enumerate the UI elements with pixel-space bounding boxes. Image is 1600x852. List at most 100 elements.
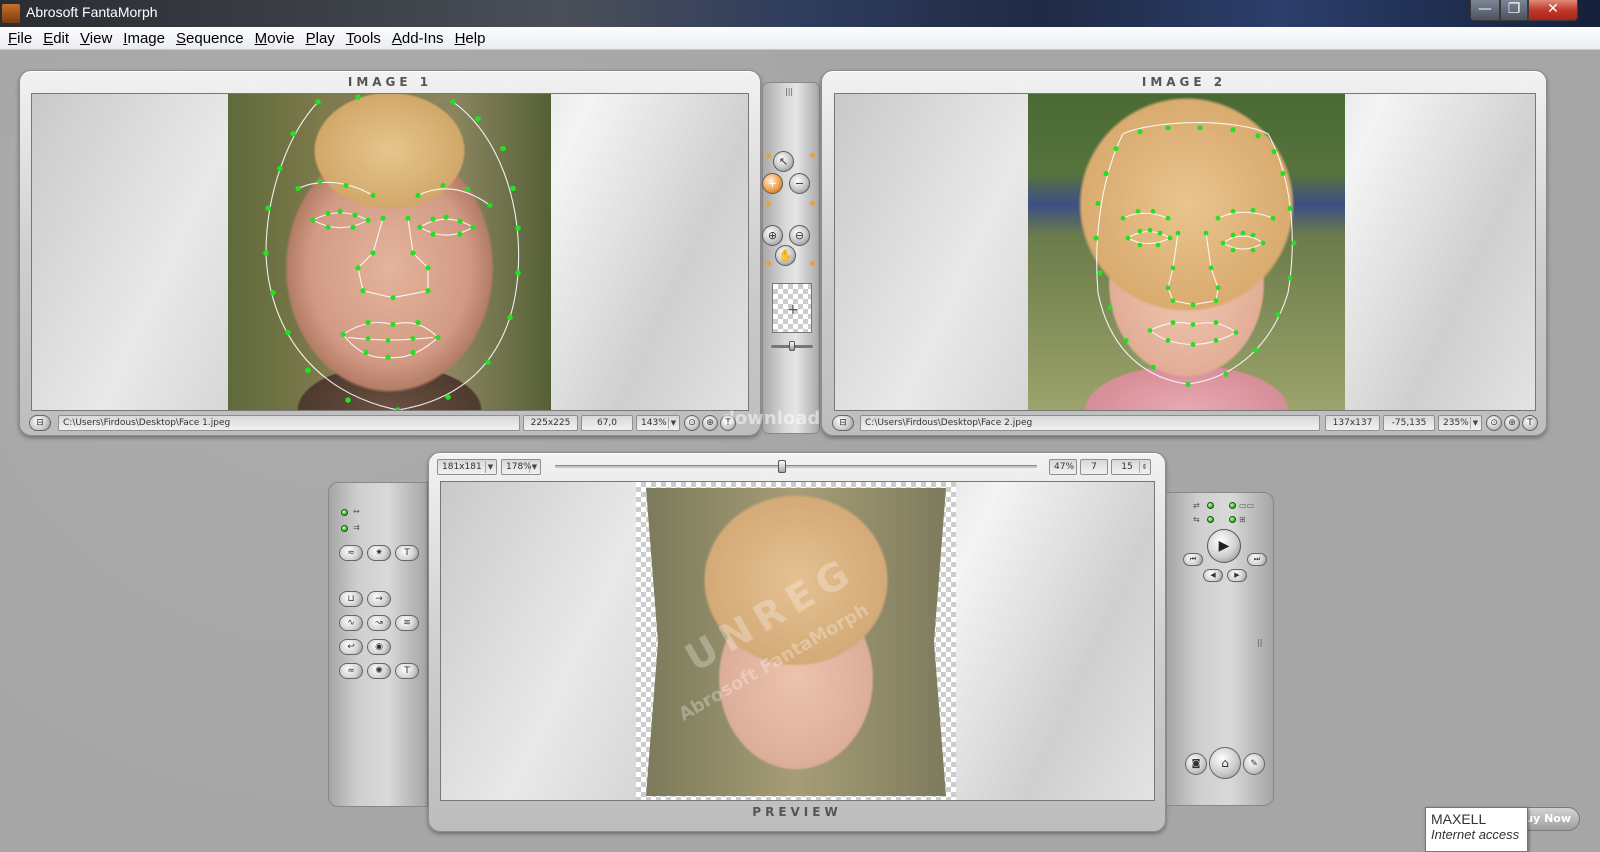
image2-open-button[interactable]: ⊟ <box>832 415 854 431</box>
preview-viewport[interactable]: UNREG Abrosoft FantaMorph <box>440 481 1155 801</box>
loop-led[interactable] <box>1207 502 1214 509</box>
frame-number-field[interactable]: 7 <box>1080 459 1108 475</box>
first-frame-icon[interactable]: ⏮ <box>1183 553 1203 566</box>
network-tooltip: MAXELL Internet access <box>1425 807 1528 852</box>
last-frame-icon[interactable]: ⏭ <box>1247 553 1267 566</box>
image2-fit-icon[interactable]: ⊙ <box>1486 415 1502 431</box>
preview-size-select[interactable]: 181x181 ▼ <box>437 459 497 475</box>
menu-add-ins[interactable]: Add-Ins <box>388 30 451 47</box>
bounce-led[interactable] <box>1207 516 1214 523</box>
image1-open-button[interactable]: ⊟ <box>29 415 51 431</box>
title-bar: Abrosoft FantaMorph — ❐ ✕ <box>0 0 1600 27</box>
menu-movie[interactable]: Movie <box>251 30 302 47</box>
image1-mesh[interactable] <box>228 94 551 410</box>
image1-zoom-select[interactable]: 143% ▼ <box>636 415 680 431</box>
menu-play[interactable]: Play <box>302 30 342 47</box>
menu-image[interactable]: Image <box>119 30 172 47</box>
led-indicator <box>766 153 771 158</box>
image2-text-icon[interactable]: T <box>1522 415 1538 431</box>
view-led[interactable] <box>1229 502 1236 509</box>
zoom-in-icon[interactable]: ⊕ <box>762 225 783 246</box>
image1-fit-icon[interactable]: ⊙ <box>684 415 700 431</box>
add-point-icon[interactable]: + <box>762 173 783 194</box>
menu-help[interactable]: Help <box>451 30 493 47</box>
effect-wave-icon[interactable]: ∿ <box>339 615 363 631</box>
image2-path-field: C:\Users\Firdous\Desktop\Face 2.jpeg <box>860 415 1320 431</box>
menu-view[interactable]: View <box>76 30 119 47</box>
effect-arrow-icon[interactable]: → <box>367 591 391 607</box>
maximize-button[interactable]: ❐ <box>1500 0 1528 21</box>
chevron-down-icon: ▼ <box>668 417 678 429</box>
menu-edit[interactable]: Edit <box>39 30 76 47</box>
navigator-slider-knob[interactable] <box>789 341 795 351</box>
effect-flare-icon[interactable]: ✷ <box>367 545 391 561</box>
image1-actual-size-icon[interactable]: ⊕ <box>702 415 718 431</box>
effect-warp-icon[interactable]: ↝ <box>367 615 391 631</box>
effects-led[interactable] <box>341 525 348 532</box>
total-frames-field[interactable]: 15 ⇕ <box>1111 459 1151 475</box>
navigator-slider[interactable] <box>771 341 813 351</box>
image2-zoom-select[interactable]: 235% ▼ <box>1438 415 1482 431</box>
effect-text2-icon[interactable]: T <box>395 663 419 679</box>
image1-viewport[interactable] <box>31 93 749 411</box>
export-movie-icon[interactable]: ⌂ <box>1209 747 1241 779</box>
select-arrow-icon[interactable]: ↖ <box>773 151 794 172</box>
led-indicator <box>766 201 771 206</box>
menu-sequence[interactable]: Sequence <box>172 30 251 47</box>
menu-bar: File Edit View Image Sequence Movie Play… <box>0 27 1600 50</box>
next-frame-icon[interactable]: ▶ <box>1227 569 1247 582</box>
effect-curve-icon[interactable]: ↩ <box>339 639 363 655</box>
morph-percent-field: 47% <box>1049 459 1077 475</box>
effect-ripple-icon[interactable]: ≋ <box>395 615 419 631</box>
loop-icon: ⇄ <box>1193 501 1200 510</box>
image1-size-field: 225x225 <box>523 415 578 431</box>
effects-led[interactable] <box>341 509 348 516</box>
camera-icon[interactable]: ◙ <box>1185 753 1207 775</box>
morph-progress-slider[interactable] <box>555 460 1037 473</box>
image2-mesh[interactable] <box>1028 94 1345 410</box>
grid-view-icon: ▭▭ <box>1239 501 1255 510</box>
lines-icon: ⇉ <box>353 523 360 532</box>
image2-viewport[interactable] <box>834 93 1536 411</box>
playback-panel: ⇄ ▭▭ ⇆ ⊞ ▶ ⏮ ⏭ ◀ ▶ || ◙ ⌂ ✎ <box>1166 492 1274 806</box>
prev-frame-icon[interactable]: ◀ <box>1203 569 1223 582</box>
image1-photo[interactable] <box>228 94 551 410</box>
chevron-down-icon: ▼ <box>485 461 495 473</box>
effect-text-icon[interactable]: T <box>395 545 419 561</box>
navigator-thumbnail[interactable]: + <box>772 283 812 333</box>
effect-eye-icon[interactable]: ◉ <box>367 639 391 655</box>
play-icon[interactable]: ▶ <box>1207 529 1241 563</box>
share-icon[interactable]: ✎ <box>1243 753 1265 775</box>
menu-file[interactable]: File <box>4 30 39 47</box>
preview-checkerboard: UNREG Abrosoft FantaMorph <box>636 482 956 800</box>
morph-progress-knob[interactable] <box>778 460 786 473</box>
crosshair-icon: + <box>787 302 799 318</box>
preview-panel: 181x181 ▼ 178% ▼ 47% 7 15 ⇕ UNREG Abrosoft … <box>428 452 1166 832</box>
chevron-down-icon: ▼ <box>1470 417 1480 429</box>
split-view-icon: ⊞ <box>1239 515 1246 524</box>
image2-label: IMAGE 2 <box>1141 75 1227 89</box>
grip-icon: || <box>1257 638 1263 647</box>
image2-panel: IMAGE 2 ⊟ C:\Users\Firdous\Desktop\Face … <box>821 70 1547 436</box>
remove-point-icon[interactable]: − <box>789 173 810 194</box>
image2-actual-size-icon[interactable]: ⊕ <box>1504 415 1520 431</box>
bounce-icon: ⇆ <box>1193 515 1200 524</box>
effect-gear-icon[interactable]: ✺ <box>367 663 391 679</box>
tooltip-title: MAXELL <box>1431 811 1487 827</box>
zoom-out-icon[interactable]: ⊖ <box>789 225 810 246</box>
effect-frame-icon[interactable]: ⊔ <box>339 591 363 607</box>
menu-tools[interactable]: Tools <box>342 30 388 47</box>
app-icon[interactable] <box>2 4 20 23</box>
image2-photo[interactable] <box>1028 94 1345 410</box>
download-watermark: download <box>722 408 821 429</box>
close-button[interactable]: ✕ <box>1528 0 1578 21</box>
tool-column: ||| ↖ + − ⊕ ⊖ ✋ + <box>762 82 820 434</box>
preview-zoom-select[interactable]: 178% ▼ <box>501 459 541 475</box>
hand-icon[interactable]: ✋ <box>775 245 796 266</box>
split-led[interactable] <box>1229 516 1236 523</box>
image1-panel: IMAGE 1 ⊟ C:\Users\Firdous\Desktop\Face … <box>19 70 761 436</box>
minimize-button[interactable]: — <box>1470 0 1500 21</box>
effect-morph2-icon[interactable]: ≈ <box>339 663 363 679</box>
effect-morph-icon[interactable]: ≈ <box>339 545 363 561</box>
tooltip-subtitle: Internet access <box>1431 827 1520 842</box>
